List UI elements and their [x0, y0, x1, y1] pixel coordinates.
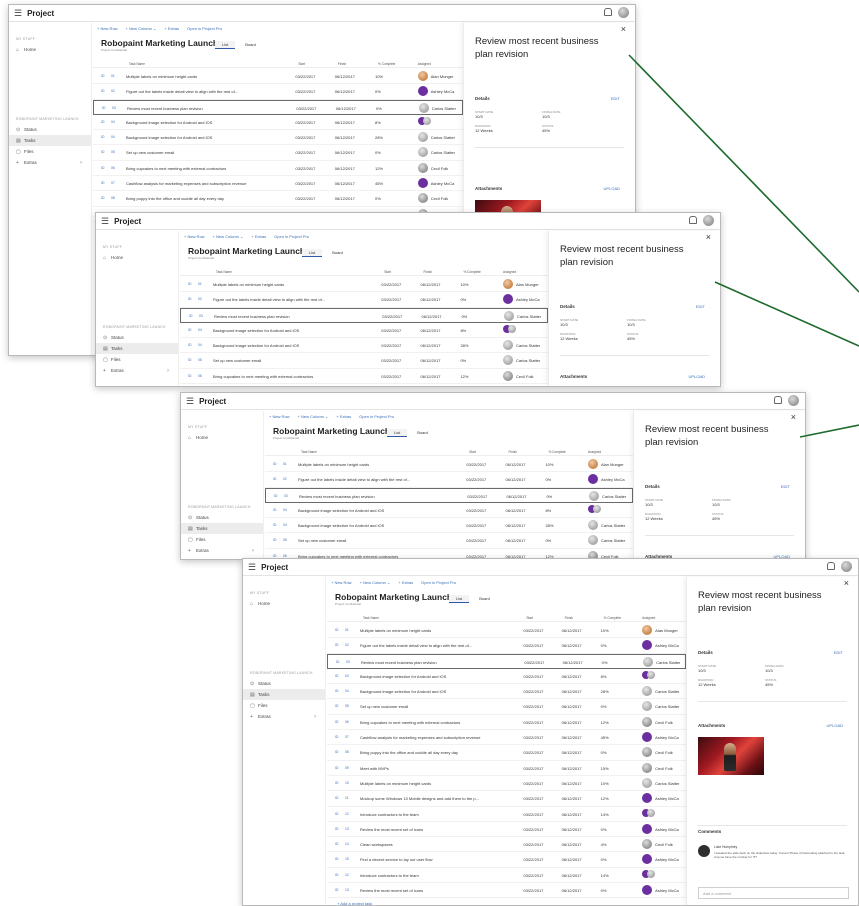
stage: ☰ Project MY STUFF ⌂ Home ROBOPAINT MARKETING…	[0, 0, 859, 906]
callout-line-1	[628, 54, 859, 293]
callout-line-3	[799, 424, 859, 438]
callout-lines	[628, 54, 859, 438]
callout-line-2	[714, 281, 859, 347]
